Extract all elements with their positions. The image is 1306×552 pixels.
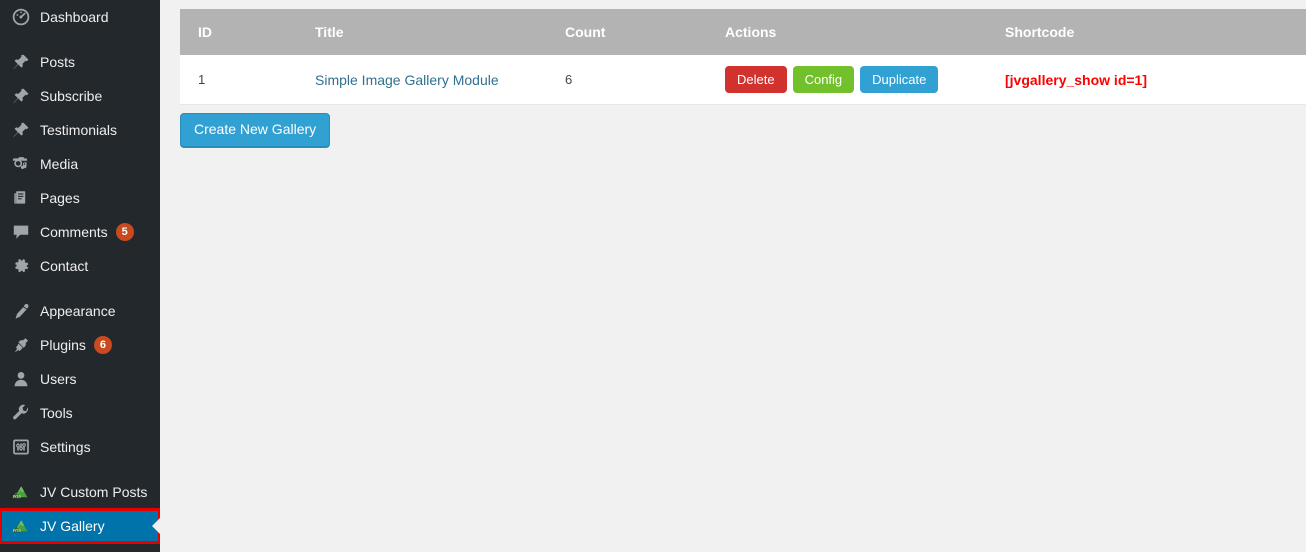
cell-count: 6 <box>565 55 725 105</box>
pin-icon <box>11 86 31 106</box>
sidebar-item-appearance[interactable]: Appearance <box>0 294 160 328</box>
media-icon <box>11 154 31 174</box>
column-header-shortcode: Shortcode <box>1005 9 1306 55</box>
gallery-table: ID Title Count Actions Shortcode 1 Simple… <box>180 9 1306 105</box>
column-header-title: Title <box>315 9 565 55</box>
sidebar-separator <box>0 34 160 45</box>
sidebar-separator <box>0 464 160 475</box>
sidebar-item-label: JV Gallery <box>40 518 105 534</box>
sidebar-item-label: Subscribe <box>40 88 103 104</box>
svg-text:JVSS: JVSS <box>12 529 21 533</box>
cell-id: 1 <box>180 55 315 105</box>
notification-badge: 5 <box>115 223 134 241</box>
sidebar-item-label: Settings <box>40 439 91 455</box>
plug-icon <box>11 335 31 355</box>
shortcode-text: [jvgallery_show id=1] <box>1005 71 1147 88</box>
gallery-table-container: ID Title Count Actions Shortcode 1 Simple… <box>180 9 1306 105</box>
sidebar-item-label: Media <box>40 156 79 172</box>
jv-mountain-icon: JVSS <box>11 482 31 502</box>
cell-actions: Delete Config Duplicate <box>725 55 1005 105</box>
sidebar-item-label: Posts <box>40 54 76 70</box>
sidebar-item-contact[interactable]: Contact <box>0 249 160 283</box>
sidebar-item-label: JV Custom Posts <box>40 484 148 500</box>
current-item-arrow-icon <box>152 518 160 534</box>
column-header-count: Count <box>565 9 725 55</box>
sidebar-item-settings[interactable]: Settings <box>0 430 160 464</box>
sidebar-item-subscribe[interactable]: Subscribe <box>0 79 160 113</box>
pages-icon <box>11 188 31 208</box>
sidebar-item-users[interactable]: Users <box>0 362 160 396</box>
user-icon <box>11 369 31 389</box>
create-new-gallery-button[interactable]: Create New Gallery <box>180 113 331 148</box>
pin-icon <box>11 52 31 72</box>
sidebar-item-pages[interactable]: Pages <box>0 181 160 215</box>
main-content: ID Title Count Actions Shortcode 1 Simple… <box>160 0 1306 552</box>
sidebar-item-label: Users <box>40 371 77 387</box>
sidebar-item-testimonials[interactable]: Testimonials <box>0 113 160 147</box>
notification-badge: 6 <box>93 336 112 354</box>
cell-title: Simple Image Gallery Module <box>315 55 565 105</box>
wordpress-admin-screen: Dashboard Posts Subscribe Testimonials Media… <box>0 0 1306 552</box>
svg-text:JVSS: JVSS <box>12 495 21 499</box>
gear-icon <box>11 256 31 276</box>
sidebar-item-label: Plugins <box>40 337 86 353</box>
cell-shortcode: [jvgallery_show id=1] <box>1005 55 1306 105</box>
sidebar-item-dashboard[interactable]: Dashboard <box>0 0 160 34</box>
table-header: ID Title Count Actions Shortcode <box>180 9 1306 55</box>
table-body: 1 Simple Image Gallery Module 6 Delete Confi… <box>180 55 1306 105</box>
jv-mountain-icon: JVSS <box>11 516 31 536</box>
settings-icon <box>11 437 31 457</box>
sidebar-item-label: Contact <box>40 258 89 274</box>
sidebar-item-tools[interactable]: Tools <box>0 396 160 430</box>
duplicate-button[interactable]: Duplicate <box>860 66 939 93</box>
sidebar-item-label: Tools <box>40 405 73 421</box>
sidebar-item-label: Pages <box>40 190 80 206</box>
sidebar-item-jv-gallery[interactable]: JVSS JV Gallery <box>0 508 160 544</box>
sidebar-item-jv-custom-posts[interactable]: JVSS JV Custom Posts <box>0 475 160 509</box>
config-button[interactable]: Config <box>792 66 855 93</box>
dashboard-icon <box>11 7 31 27</box>
table-header-row: ID Title Count Actions Shortcode <box>180 9 1306 55</box>
comment-icon <box>11 222 31 242</box>
sidebar-item-label: Testimonials <box>40 122 118 138</box>
wrench-icon <box>11 403 31 423</box>
sidebar-item-plugins[interactable]: Plugins 6 <box>0 328 160 362</box>
delete-button[interactable]: Delete <box>725 66 787 93</box>
brush-icon <box>11 301 31 321</box>
sidebar-separator <box>0 283 160 294</box>
sidebar-item-label: Appearance <box>40 303 116 319</box>
sidebar-item-label: Comments <box>40 224 108 240</box>
sidebar-item-comments[interactable]: Comments 5 <box>0 215 160 249</box>
admin-sidebar: Dashboard Posts Subscribe Testimonials Media… <box>0 0 160 552</box>
sidebar-item-media[interactable]: Media <box>0 147 160 181</box>
sidebar-item-label: Dashboard <box>40 9 109 25</box>
sidebar-item-posts[interactable]: Posts <box>0 45 160 79</box>
pin-icon <box>11 120 31 140</box>
table-row: 1 Simple Image Gallery Module 6 Delete Confi… <box>180 55 1306 105</box>
column-header-actions: Actions <box>725 9 1005 55</box>
column-header-id: ID <box>180 9 315 55</box>
gallery-title-link[interactable]: Simple Image Gallery Module <box>315 72 499 88</box>
